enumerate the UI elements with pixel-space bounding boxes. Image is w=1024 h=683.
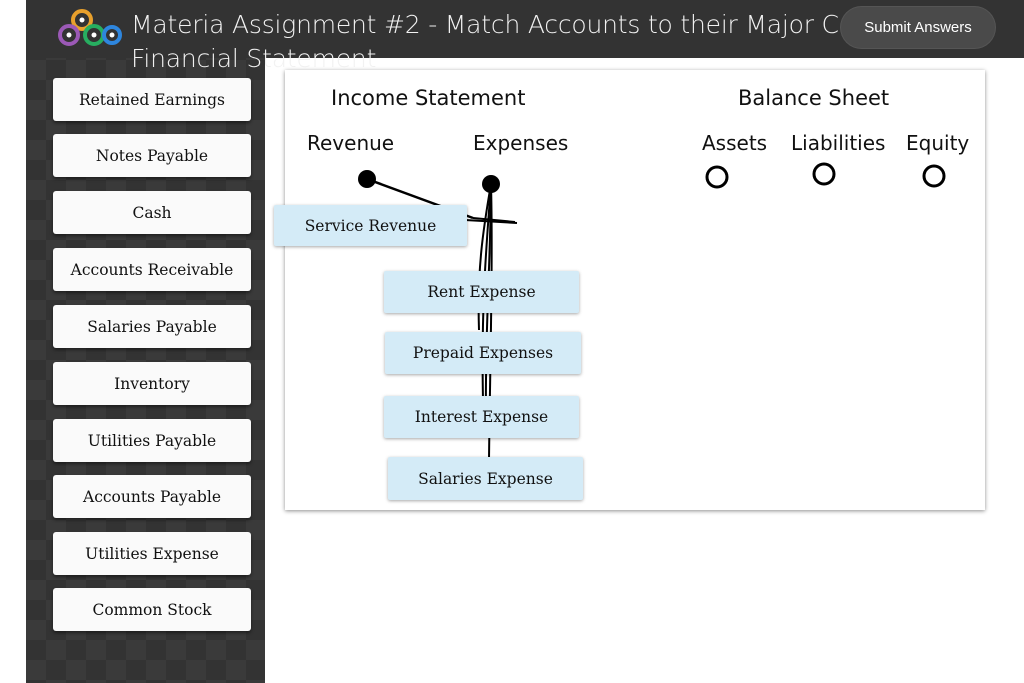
assets-anchor-circle[interactable] — [705, 165, 729, 189]
account-tile[interactable]: Notes Payable — [53, 134, 251, 177]
balance-sheet-heading: Balance Sheet — [738, 86, 890, 110]
account-tile[interactable]: Retained Earnings — [53, 78, 251, 121]
liabilities-label: Liabilities — [791, 131, 886, 155]
liabilities-anchor-circle[interactable] — [812, 162, 836, 186]
materia-app: Materia Assignment #2 - Match Accounts t… — [0, 0, 1024, 683]
income-statement-heading: Income Statement — [331, 86, 526, 110]
equity-label: Equity — [906, 131, 970, 155]
assets-label: Assets — [702, 131, 768, 155]
account-tile[interactable]: Utilities Expense — [53, 532, 251, 575]
materia-logo-icon — [58, 9, 122, 46]
account-tile[interactable]: Utilities Payable — [53, 419, 251, 462]
account-tile[interactable]: Accounts Payable — [53, 475, 251, 518]
account-tile[interactable]: Common Stock — [53, 588, 251, 631]
placed-account-tile[interactable]: Service Revenue — [274, 205, 467, 246]
equity-anchor-circle[interactable] — [922, 164, 946, 188]
account-tile[interactable]: Salaries Payable — [53, 305, 251, 348]
title-line-1: Materia Assignment #2 - Match Accounts t… — [131, 10, 841, 39]
revenue-label: Revenue — [307, 131, 395, 155]
expenses-label: Expenses — [473, 131, 569, 155]
account-tile[interactable]: Inventory — [53, 362, 251, 405]
submit-answers-button[interactable]: Submit Answers — [841, 7, 995, 48]
page-title: Materia Assignment #2 - Match Accounts t… — [131, 8, 841, 76]
placed-account-tile[interactable]: Rent Expense — [384, 271, 579, 313]
placed-account-tile[interactable]: Salaries Expense — [388, 457, 583, 500]
account-tile[interactable]: Cash — [53, 191, 251, 234]
placed-account-tile[interactable]: Interest Expense — [384, 396, 579, 438]
account-tile[interactable]: Accounts Receivable — [53, 248, 251, 291]
placed-account-tile[interactable]: Prepaid Expenses — [385, 332, 581, 374]
